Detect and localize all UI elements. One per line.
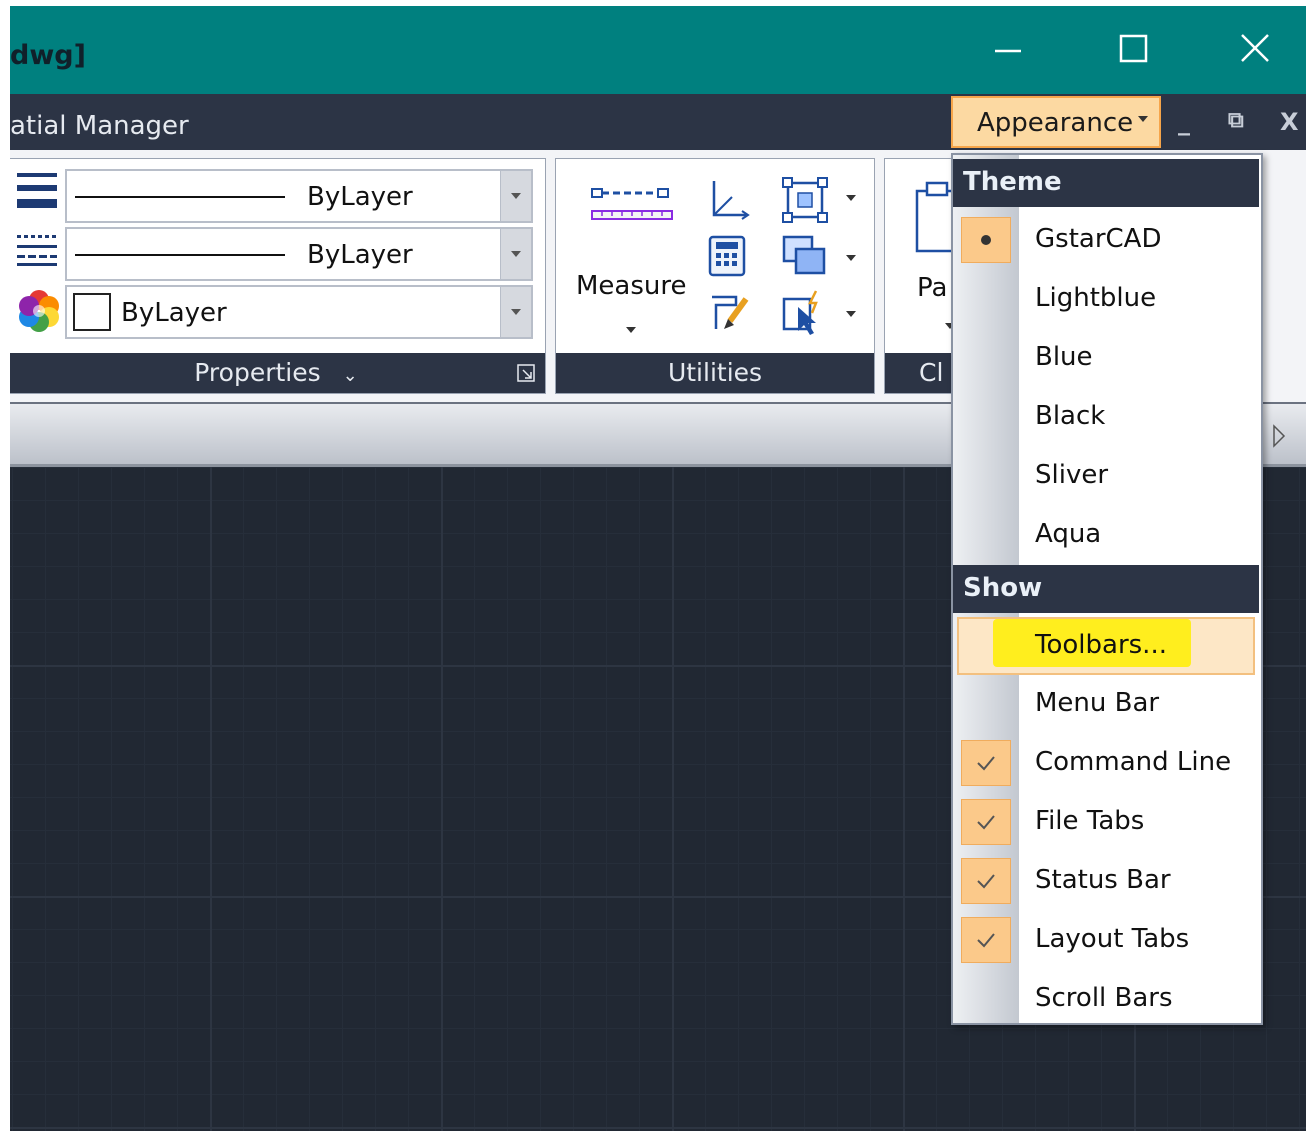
theme-item-lightblue[interactable]: Lightblue	[953, 270, 1261, 328]
checkbox-checked	[961, 740, 1011, 786]
region-select-icon[interactable]	[780, 175, 830, 225]
appearance-dropdown: Theme GstarCAD Lightblue Blue Black Sliv…	[951, 153, 1263, 1025]
color-swatch	[73, 293, 111, 331]
menu-bar: atial Manager Appearance _ ⧉ X	[10, 94, 1306, 150]
theme-label: Blue	[1035, 342, 1093, 372]
show-item-scroll-bars[interactable]: Scroll Bars	[953, 970, 1261, 1028]
show-item-label: Status Bar	[1035, 865, 1171, 895]
linetype-icon	[17, 235, 57, 266]
window-title: dwg]	[10, 40, 86, 71]
utilities-panel-footer: Utilities	[556, 353, 874, 393]
theme-label: GstarCAD	[1035, 224, 1162, 254]
theme-section-header: Theme	[953, 159, 1259, 207]
checkmark-icon	[977, 874, 995, 889]
theme-item-blue[interactable]: Blue	[953, 329, 1261, 387]
checkmark-icon	[977, 756, 995, 771]
scroll-right-icon[interactable]	[1272, 424, 1286, 448]
chevron-down-icon[interactable]	[500, 171, 531, 221]
theme-label: Sliver	[1035, 460, 1109, 490]
coordinate-axes-icon[interactable]	[706, 177, 752, 223]
show-item-label: Menu Bar	[1035, 688, 1160, 718]
show-item-file-tabs[interactable]: File Tabs	[953, 793, 1261, 851]
theme-label: Aqua	[1035, 519, 1102, 549]
clipboard-label: Cl	[919, 358, 944, 387]
maximize-icon	[1119, 34, 1148, 63]
checkmark-icon	[977, 815, 995, 830]
close-button[interactable]	[1220, 24, 1290, 74]
show-item-label: Scroll Bars	[1035, 983, 1173, 1013]
utilities-label: Utilities	[667, 358, 763, 387]
properties-panel: ByLayer ByLayer ByLayer Properties ⌄	[10, 158, 546, 394]
line-preview	[75, 196, 285, 198]
show-section-header: Show	[953, 565, 1259, 613]
appearance-label: Appearance	[977, 108, 1134, 138]
chevron-down-icon[interactable]	[846, 195, 856, 201]
chevron-down-icon[interactable]	[500, 287, 531, 337]
doc-restore-button[interactable]: ⧉	[1228, 108, 1244, 133]
title-bar: dwg]	[10, 6, 1306, 94]
lineweight-value: ByLayer	[307, 182, 413, 212]
properties-label: Properties	[194, 358, 321, 387]
theme-item-gstarcad[interactable]: GstarCAD	[953, 211, 1261, 269]
chevron-down-icon[interactable]	[846, 311, 856, 317]
measure-ruler-icon	[591, 188, 673, 220]
show-item-command-line[interactable]: Command Line	[953, 734, 1261, 792]
show-item-layout-tabs[interactable]: Layout Tabs	[953, 911, 1261, 969]
panel-launcher-icon[interactable]	[517, 364, 535, 382]
measure-button[interactable]: Measure	[566, 177, 690, 337]
chevron-down-icon[interactable]	[846, 255, 856, 261]
properties-panel-footer[interactable]: Properties ⌄	[10, 353, 545, 393]
utilities-panel: Measure Utilities	[555, 158, 875, 394]
radio-selected-indicator	[961, 217, 1011, 263]
theme-item-black[interactable]: Black	[953, 388, 1261, 446]
minimize-icon	[995, 49, 1021, 53]
chevron-down-icon: ⌄	[342, 365, 358, 386]
doc-close-button[interactable]: X	[1280, 108, 1299, 136]
doc-minimize-button[interactable]: _	[1178, 108, 1190, 136]
lineweight-icon	[17, 173, 57, 208]
linetype-value: ByLayer	[307, 240, 413, 270]
menu-item-spatial-manager[interactable]: atial Manager	[10, 111, 189, 141]
theme-label: Black	[1035, 401, 1106, 431]
show-item-toolbars[interactable]: Toolbars...	[957, 617, 1255, 675]
chevron-down-icon[interactable]	[500, 229, 531, 279]
theme-item-aqua[interactable]: Aqua	[953, 506, 1261, 564]
chevron-down-icon	[626, 327, 636, 333]
show-item-label: Toolbars...	[1035, 630, 1167, 660]
checkbox-checked	[961, 858, 1011, 904]
show-item-label: Layout Tabs	[1035, 924, 1190, 954]
chevron-down-icon	[1138, 116, 1148, 122]
theme-label: Lightblue	[1035, 283, 1157, 313]
show-item-menu-bar[interactable]: Menu Bar	[953, 675, 1261, 733]
checkmark-icon	[977, 933, 995, 948]
dot-icon	[981, 235, 991, 245]
close-icon	[1241, 34, 1269, 62]
measure-label: Measure	[576, 271, 687, 301]
lineweight-combo[interactable]: ByLayer	[65, 169, 533, 223]
paste-label: Pa	[917, 273, 948, 303]
maximize-button[interactable]	[1098, 24, 1168, 74]
minimize-button[interactable]	[973, 24, 1043, 74]
checkbox-checked	[961, 917, 1011, 963]
theme-item-sliver[interactable]: Sliver	[953, 447, 1261, 505]
color-wheel-icon	[19, 290, 59, 332]
gstarcad-window: dwg] atial Manager Appearance _ ⧉ X ByLa…	[10, 6, 1306, 1131]
paint-brush-icon[interactable]	[706, 291, 752, 337]
show-item-label: Command Line	[1035, 747, 1232, 777]
appearance-menu-button[interactable]: Appearance	[951, 96, 1161, 148]
line-preview	[75, 254, 285, 256]
linetype-combo[interactable]: ByLayer	[65, 227, 533, 281]
checkbox-checked	[961, 799, 1011, 845]
show-item-status-bar[interactable]: Status Bar	[953, 852, 1261, 910]
quick-select-icon[interactable]	[780, 289, 830, 339]
calculator-icon[interactable]	[706, 233, 750, 279]
color-value: ByLayer	[121, 298, 227, 328]
overlap-icon[interactable]	[780, 233, 830, 281]
color-combo[interactable]: ByLayer	[65, 285, 533, 339]
show-item-label: File Tabs	[1035, 806, 1145, 836]
